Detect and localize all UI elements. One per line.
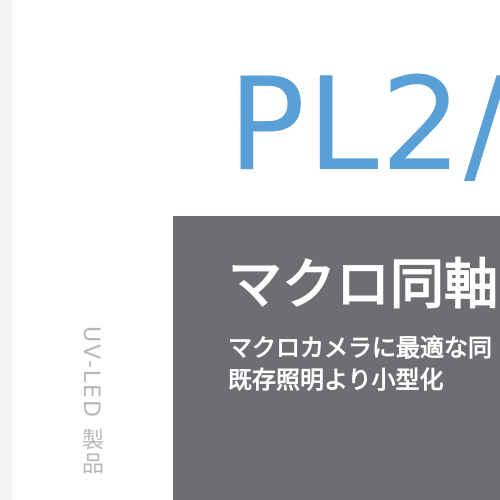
product-model-title: PL2/ — [228, 51, 500, 200]
feature-heading: マクロ同軸 — [228, 253, 498, 316]
category-vertical-label: UV-LED 製品 — [78, 326, 103, 476]
feature-panel: マクロ同軸 マクロカメラに最適な同 既存照明より小型化 — [173, 216, 500, 500]
feature-description-line-2: 既存照明より小型化 — [228, 366, 444, 394]
left-edge-strip — [0, 0, 12, 500]
feature-description-line-1: マクロカメラに最適な同 — [228, 334, 492, 362]
